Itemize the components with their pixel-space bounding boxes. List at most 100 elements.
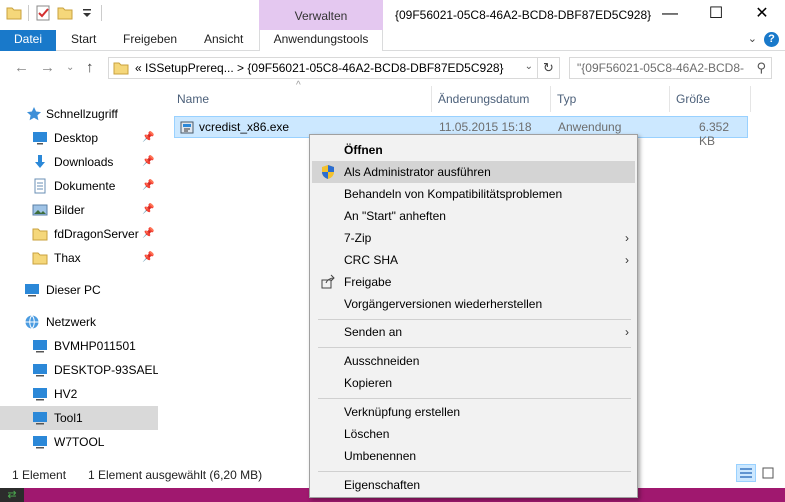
menu-item-send-to[interactable]: Senden an › xyxy=(312,321,635,343)
pin-icon[interactable]: 📌 xyxy=(142,198,154,222)
pc-icon xyxy=(25,284,39,297)
details-view-button[interactable] xyxy=(736,464,756,482)
pictures-icon xyxy=(32,204,48,216)
download-icon xyxy=(35,155,45,168)
menu-label: Öffnen xyxy=(344,143,383,157)
column-header-date[interactable]: Änderungsdatum xyxy=(432,86,550,112)
menu-label: Löschen xyxy=(344,427,390,441)
customize-dropdown-icon[interactable] xyxy=(79,5,95,21)
nav-item-desktop[interactable]: Desktop 📌 xyxy=(0,126,158,150)
nav-item-thax[interactable]: Thax 📌 xyxy=(0,246,158,270)
shield-icon xyxy=(322,165,334,179)
column-header-size[interactable]: Größe xyxy=(670,86,750,112)
pin-icon[interactable]: 📌 xyxy=(142,222,154,246)
large-icons-view-button[interactable] xyxy=(758,464,778,482)
menu-item-compatibility[interactable]: Behandeln von Kompatibilitätsproblemen xyxy=(312,183,635,205)
menu-item-crc-sha[interactable]: CRC SHA › xyxy=(312,249,635,271)
folder-icon xyxy=(32,252,48,265)
documents-icon xyxy=(34,178,46,194)
nav-item-hv2[interactable]: HV2 xyxy=(0,382,158,406)
recent-locations-icon[interactable]: ⌄ xyxy=(66,62,74,73)
search-box[interactable]: ⚲ xyxy=(569,57,772,79)
pin-icon[interactable]: 📌 xyxy=(142,126,154,150)
file-size: 6.352 KB xyxy=(699,120,730,148)
breadcrumb[interactable]: « ISSetupPrereq... > {09F56021-05C8-46A2… xyxy=(135,61,504,75)
column-header-name[interactable]: Name xyxy=(171,86,431,112)
tab-view[interactable]: Ansicht xyxy=(190,30,257,51)
pin-icon[interactable]: 📌 xyxy=(142,174,154,198)
column-header-type[interactable]: Typ xyxy=(551,86,669,112)
menu-item-open[interactable]: Öffnen xyxy=(312,139,635,161)
submenu-arrow-icon: › xyxy=(625,253,629,267)
refresh-icon[interactable]: ↻ xyxy=(537,58,559,78)
menu-label: Behandeln von Kompatibilitätsproblemen xyxy=(344,187,563,201)
expand-ribbon-icon[interactable]: ⌄ xyxy=(748,32,757,45)
folder-icon[interactable] xyxy=(6,5,22,21)
pin-icon[interactable]: 📌 xyxy=(142,150,154,174)
nav-label: HV2 xyxy=(54,387,78,401)
menu-item-copy[interactable]: Kopieren xyxy=(312,372,635,394)
address-row: ← → ⌄ ↑ « ISSetupPrereq... > {09F56021-0… xyxy=(0,51,785,85)
ribbon-tabs: Datei Start Freigeben Ansicht Anwendungs… xyxy=(0,30,785,51)
nav-item-downloads[interactable]: Downloads 📌 xyxy=(0,150,158,174)
folder-icon xyxy=(113,62,129,75)
nav-label: Schnellzugriff xyxy=(46,107,118,121)
file-type: Anwendung xyxy=(558,120,622,134)
properties-icon[interactable] xyxy=(35,5,51,21)
nav-item-fddragonserver[interactable]: fdDragonServer 📌 xyxy=(0,222,158,246)
menu-label: Senden an xyxy=(344,325,403,339)
back-arrow-icon[interactable]: ← xyxy=(14,59,29,76)
nav-item-desktop-93sael8[interactable]: DESKTOP-93SAEL8 xyxy=(0,358,166,382)
tab-file[interactable]: Datei xyxy=(0,30,56,51)
menu-label: Ausschneiden xyxy=(344,354,420,368)
menu-item-restore-previous[interactable]: Vorgängerversionen wiederherstellen xyxy=(312,293,635,315)
address-dropdown-icon[interactable]: ⌄ xyxy=(525,61,533,72)
nav-item-documents[interactable]: Dokumente 📌 xyxy=(0,174,158,198)
tab-application-tools[interactable]: Anwendungstools xyxy=(259,30,383,51)
address-bar[interactable]: « ISSetupPrereq... > {09F56021-05C8-46A2… xyxy=(108,57,560,79)
menu-item-pin-to-start[interactable]: An "Start" anheften xyxy=(312,205,635,227)
computer-icon xyxy=(33,436,47,449)
menu-item-cut[interactable]: Ausschneiden xyxy=(312,350,635,372)
pin-icon[interactable]: 📌 xyxy=(142,246,154,270)
remote-tool-icon[interactable]: ⇄ xyxy=(0,488,24,502)
menu-item-run-as-admin[interactable]: Als Administrator ausführen xyxy=(312,161,635,183)
menu-item-create-shortcut[interactable]: Verknüpfung erstellen xyxy=(312,401,635,423)
folder-icon xyxy=(32,228,48,241)
tab-start[interactable]: Start xyxy=(57,30,110,51)
menu-item-delete[interactable]: Löschen xyxy=(312,423,635,445)
search-icon[interactable]: ⚲ xyxy=(756,60,766,76)
column-divider[interactable] xyxy=(750,86,751,112)
nav-item-bvmhp011501[interactable]: BVMHP011501 xyxy=(0,334,158,358)
tab-share[interactable]: Freigeben xyxy=(109,30,191,51)
minimize-button[interactable]: — xyxy=(647,0,693,30)
file-name: vcredist_x86.exe xyxy=(199,120,290,134)
share-icon xyxy=(321,274,335,289)
context-group-header: Verwalten xyxy=(259,0,383,30)
submenu-arrow-icon: › xyxy=(625,325,629,339)
file-date: 11.05.2015 15:18 xyxy=(439,120,532,134)
menu-item-rename[interactable]: Umbenennen xyxy=(312,445,635,467)
menu-label: Als Administrator ausführen xyxy=(344,165,491,179)
maximize-button[interactable]: ☐ xyxy=(693,0,739,30)
menu-separator xyxy=(318,398,631,399)
nav-item-w7tool[interactable]: W7TOOL xyxy=(0,430,158,454)
selection-info: 1 Element ausgewählt (6,20 MB) xyxy=(88,468,263,482)
up-arrow-icon[interactable]: ↑ xyxy=(86,59,94,76)
menu-item-7zip[interactable]: 7-Zip › xyxy=(312,227,635,249)
nav-item-tool1[interactable]: Tool1 xyxy=(0,406,158,430)
close-button[interactable]: ✕ xyxy=(739,0,785,30)
menu-item-share[interactable]: Freigabe xyxy=(312,271,635,293)
new-folder-icon[interactable] xyxy=(57,5,73,21)
nav-item-quick-access[interactable]: Schnellzugriff xyxy=(0,102,158,126)
nav-item-this-pc[interactable]: Dieser PC xyxy=(0,278,158,302)
menu-item-properties[interactable]: Eigenschaften xyxy=(312,474,635,496)
menu-label: Kopieren xyxy=(344,376,393,390)
nav-item-pictures[interactable]: Bilder 📌 xyxy=(0,198,158,222)
menu-label: Vorgängerversionen wiederherstellen xyxy=(344,297,543,311)
search-input[interactable] xyxy=(570,58,745,78)
nav-label: Thax xyxy=(54,251,81,265)
forward-arrow-icon[interactable]: → xyxy=(40,59,55,76)
nav-item-network[interactable]: Netzwerk xyxy=(0,310,158,334)
help-button[interactable]: ? xyxy=(764,32,779,47)
